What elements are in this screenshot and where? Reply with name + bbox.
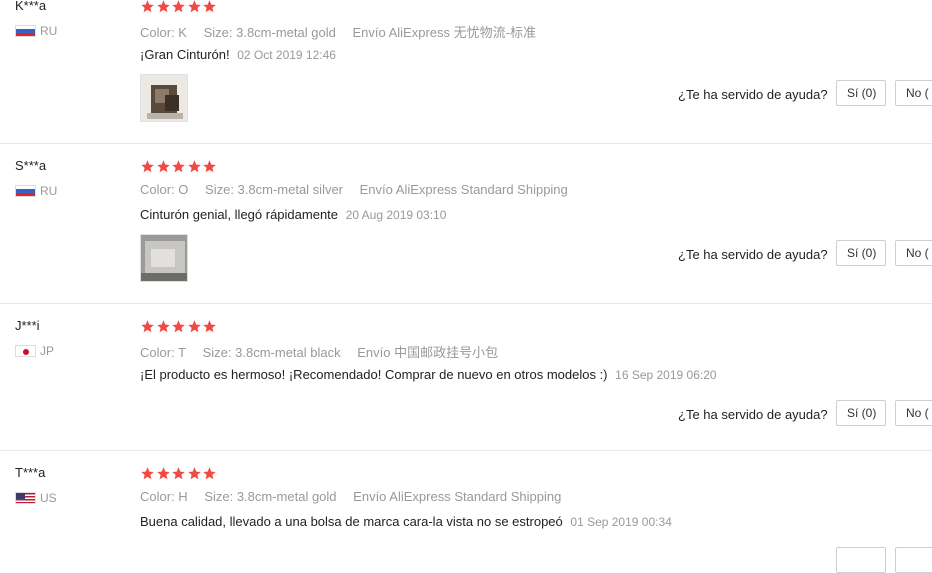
flag-ru-icon: [15, 25, 36, 37]
star-icon: [171, 0, 186, 14]
star-icon: [187, 159, 202, 174]
order-info: Color: K Size: 3.8cm-metal gold Envío Al…: [140, 22, 549, 41]
reviewer-name: S***a: [15, 158, 47, 173]
review-content: Buena calidad, llevado a una bolsa de ma…: [140, 514, 563, 529]
star-icon: [202, 159, 217, 174]
order-color: Color: O: [140, 182, 189, 197]
order-shipping: Envío AliExpress Standard Shipping: [353, 489, 562, 504]
flag-jp-icon: [15, 345, 36, 357]
star-icon: [187, 0, 202, 14]
helpful-no-button[interactable]: [895, 547, 932, 573]
order-color: Color: H: [140, 489, 188, 504]
order-size: Size: 3.8cm-metal gold: [203, 25, 336, 40]
order-size: Size: 3.8cm-metal gold: [204, 489, 337, 504]
star-icon: [187, 466, 202, 481]
review-divider: [0, 143, 932, 144]
helpful-yes-button[interactable]: [836, 547, 886, 573]
review-text: ¡El producto es hermoso! ¡Recomendado! C…: [140, 367, 717, 382]
review-date: 01 Sep 2019 00:34: [570, 515, 672, 529]
order-color: Color: T: [140, 345, 186, 360]
reviewer-country: RU: [15, 24, 57, 38]
country-code: RU: [40, 184, 58, 198]
star-icon: [140, 0, 155, 14]
flag-ru-icon: [15, 185, 36, 197]
review-photo[interactable]: [140, 74, 188, 122]
review-divider: [0, 303, 932, 304]
reviewer-name: T***a: [15, 465, 46, 480]
review-divider: [0, 450, 932, 451]
star-icon: [156, 466, 171, 481]
flag-us-icon: [15, 492, 36, 504]
helpful-prompt: ¿Te ha servido de ayuda?: [678, 247, 828, 262]
star-icon: [156, 319, 171, 334]
order-info: Color: T Size: 3.8cm-metal black Envío 中…: [140, 342, 511, 361]
review-photo[interactable]: [140, 234, 188, 282]
reviewer-country: RU: [15, 184, 57, 198]
review-text: Buena calidad, llevado a una bolsa de ma…: [140, 514, 672, 529]
star-icon: [187, 319, 202, 334]
review-date: 02 Oct 2019 12:46: [237, 48, 336, 62]
star-icon: [202, 319, 217, 334]
reviewer-country: US: [15, 491, 57, 505]
review-date: 20 Aug 2019 03:10: [345, 208, 447, 222]
reviewer-name: K***a: [15, 0, 47, 13]
review-content: Cinturón genial, llegó rápidamente: [140, 207, 339, 222]
helpful-no-button[interactable]: No (: [895, 240, 932, 266]
reviewer-name: J***i: [15, 318, 40, 333]
star-icon: [171, 466, 186, 481]
star-icon: [171, 159, 186, 174]
star-icon: [140, 159, 155, 174]
helpful-yes-button[interactable]: Sí (0): [836, 400, 886, 426]
star-rating: [140, 466, 218, 481]
star-icon: [140, 319, 155, 334]
country-code: RU: [40, 24, 58, 38]
order-shipping: Envío AliExpress 无忧物流-标准: [352, 25, 536, 40]
star-rating: [140, 0, 218, 14]
reviewer-country: JP: [15, 344, 54, 358]
helpful-yes-button[interactable]: Sí (0): [836, 240, 886, 266]
helpful-prompt: ¿Te ha servido de ayuda?: [678, 407, 828, 422]
order-size: Size: 3.8cm-metal silver: [205, 182, 344, 197]
review-content: ¡Gran Cinturón!: [140, 47, 230, 62]
star-rating: [140, 159, 218, 174]
review-text: Cinturón genial, llegó rápidamente 20 Au…: [140, 207, 446, 222]
review-date: 16 Sep 2019 06:20: [615, 368, 717, 382]
order-shipping: Envío 中国邮政挂号小包: [357, 345, 499, 360]
order-shipping: Envío AliExpress Standard Shipping: [359, 182, 568, 197]
helpful-yes-button[interactable]: Sí (0): [836, 80, 886, 106]
star-rating: [140, 319, 218, 334]
order-color: Color: K: [140, 25, 187, 40]
star-icon: [140, 466, 155, 481]
star-icon: [156, 159, 171, 174]
helpful-no-button[interactable]: No (: [895, 400, 932, 426]
helpful-prompt: ¿Te ha servido de ayuda?: [678, 87, 828, 102]
star-icon: [171, 319, 186, 334]
star-icon: [202, 0, 217, 14]
star-icon: [202, 466, 217, 481]
review-content: ¡El producto es hermoso! ¡Recomendado! C…: [140, 367, 608, 382]
helpful-no-button[interactable]: No (: [895, 80, 932, 106]
country-code: JP: [40, 344, 55, 358]
country-code: US: [40, 491, 57, 505]
star-icon: [156, 0, 171, 14]
order-size: Size: 3.8cm-metal black: [202, 345, 341, 360]
order-info: Color: H Size: 3.8cm-metal gold Envío Al…: [140, 489, 574, 504]
review-text: ¡Gran Cinturón! 02 Oct 2019 12:46: [140, 47, 336, 62]
order-info: Color: O Size: 3.8cm-metal silver Envío …: [140, 182, 581, 197]
